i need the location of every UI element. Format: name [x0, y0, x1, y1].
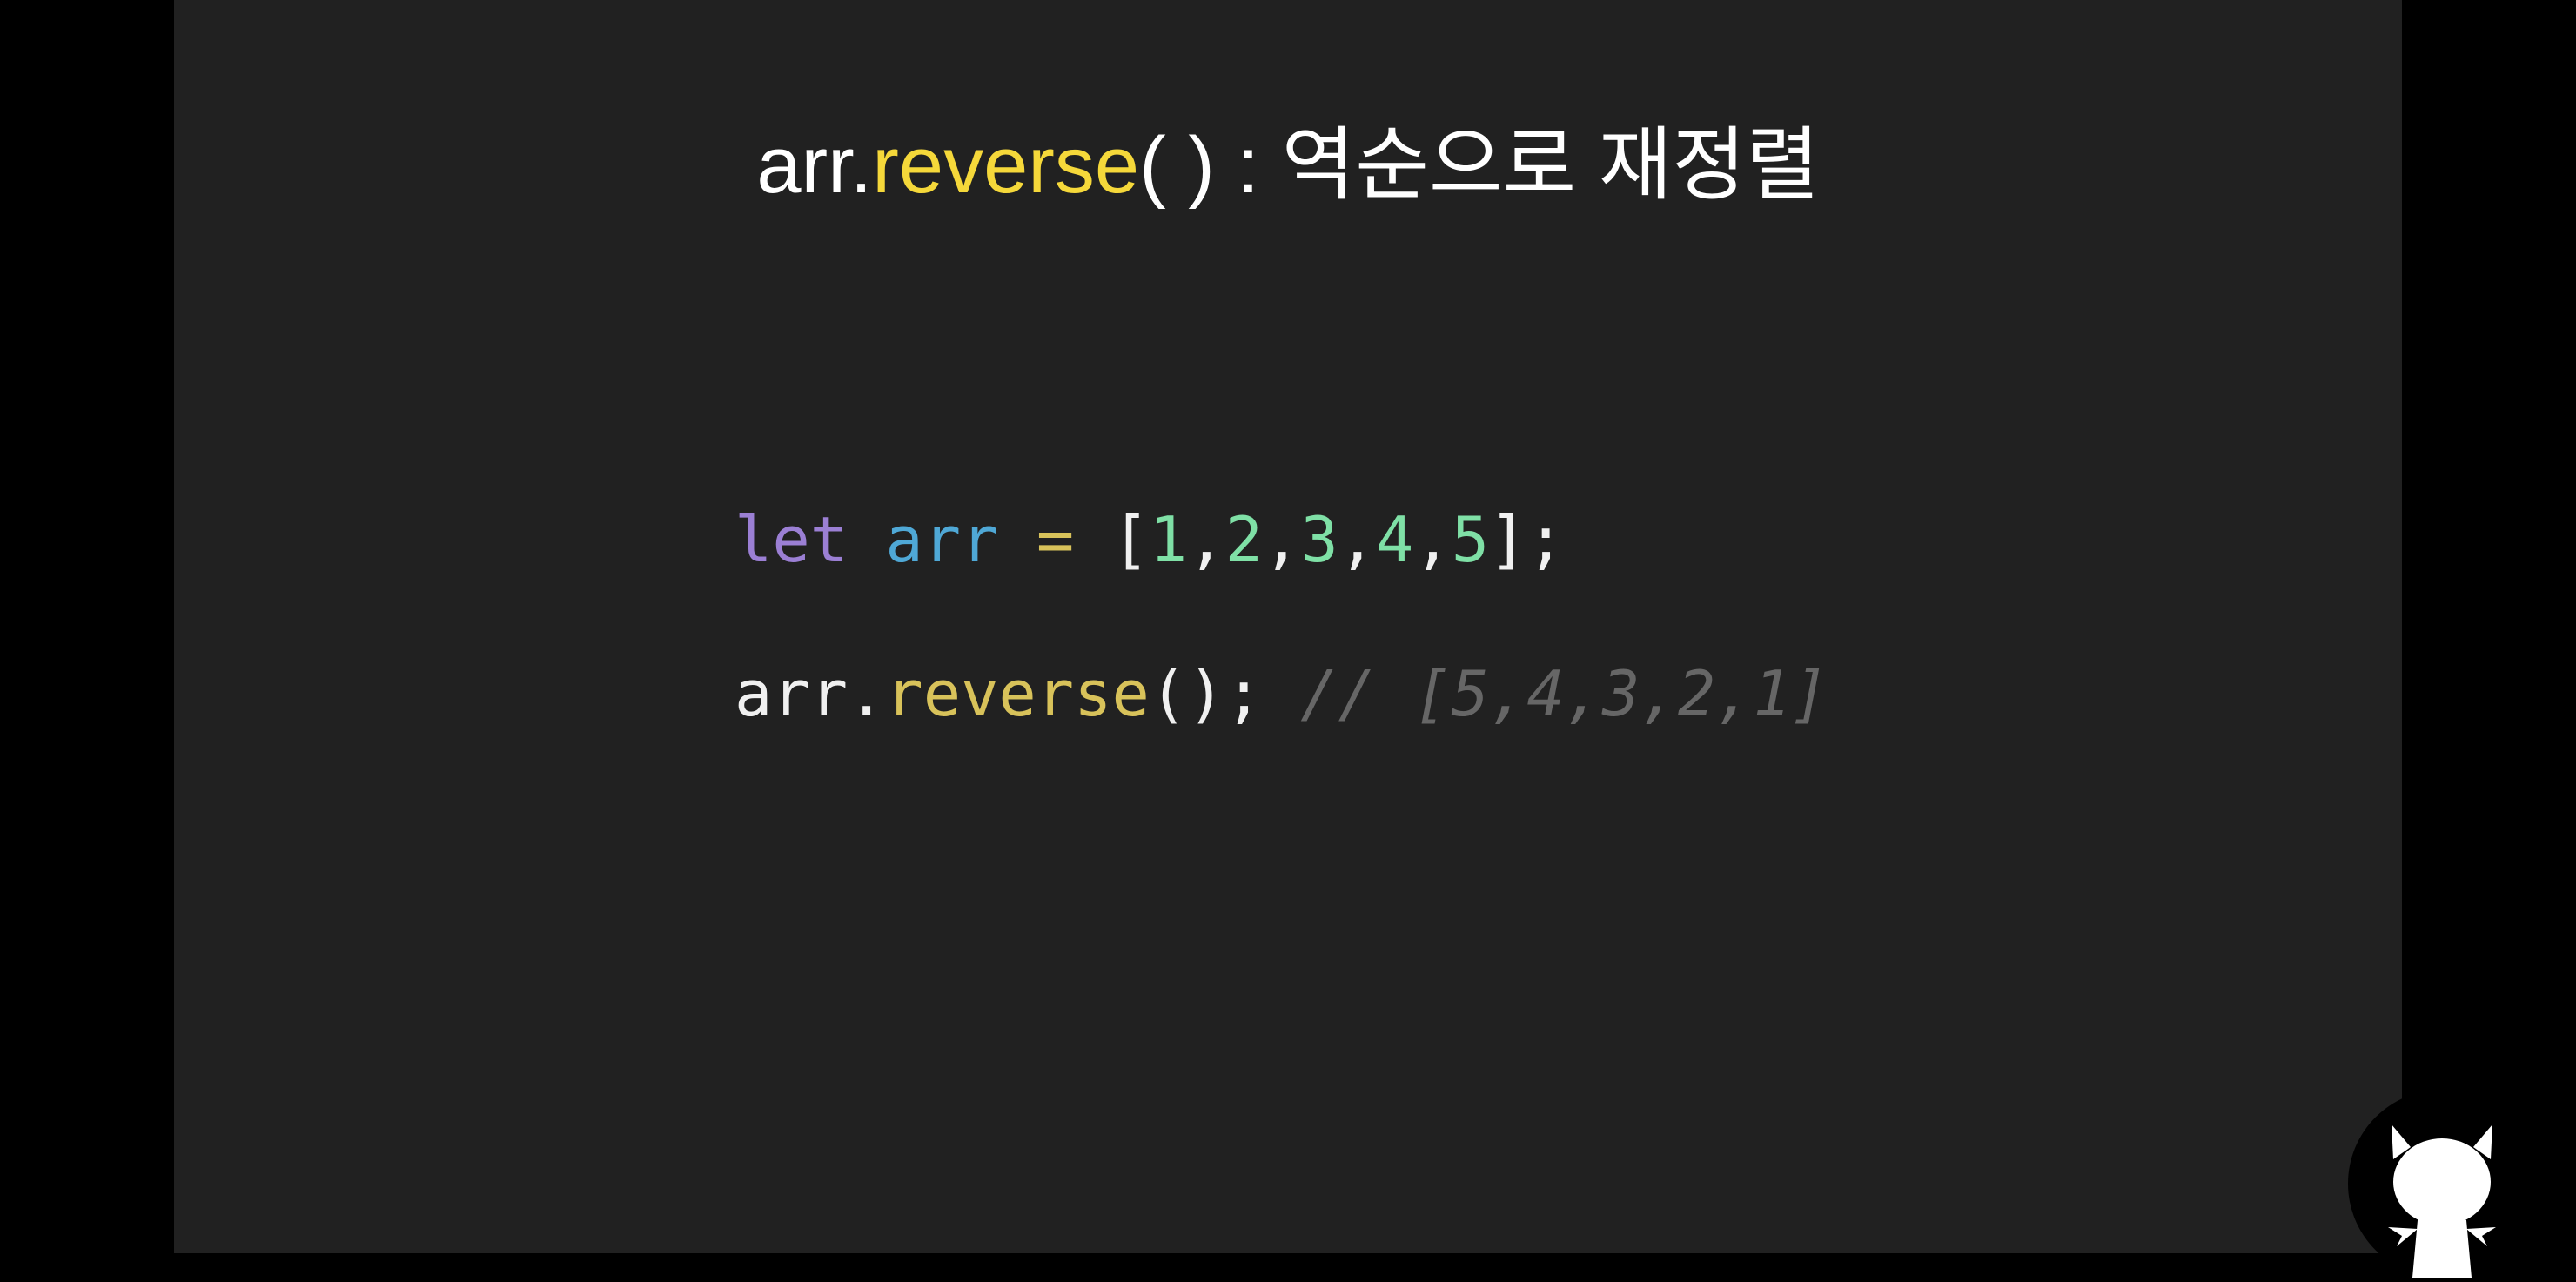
method-name: reverse [885, 657, 1150, 730]
number: 1 [1149, 503, 1188, 576]
title-object: arr. [756, 121, 873, 210]
number: 2 [1224, 503, 1263, 576]
number: 4 [1376, 503, 1414, 576]
call-parens: (); [1149, 657, 1263, 730]
title-rest: ( ) : 역순으로 재정렬 [1139, 121, 1820, 210]
code-comment: // [5,4,3,2,1] [1300, 657, 1829, 730]
channel-logo [2348, 1090, 2536, 1278]
devil-cat-icon [2388, 1124, 2496, 1278]
slide-title: arr.reverse( ) : 역순으로 재정렬 [174, 100, 2402, 216]
number: 3 [1300, 503, 1338, 576]
keyword: let [735, 503, 849, 576]
title-method: reverse [872, 121, 1140, 210]
operator: = [1036, 503, 1075, 576]
code-line-1: let arr = [1,2,3,4,5]; [735, 503, 1565, 576]
object: arr. [735, 657, 886, 730]
bracket-close: ]; [1489, 503, 1565, 576]
slide: arr.reverse( ) : 역순으로 재정렬 let arr = [1,2… [174, 0, 2536, 1278]
code-line-2: arr.reverse(); // [5,4,3,2,1] [735, 657, 1828, 730]
variable: arr [885, 503, 999, 576]
number: 5 [1451, 503, 1490, 576]
bracket-open: [ [1111, 503, 1150, 576]
